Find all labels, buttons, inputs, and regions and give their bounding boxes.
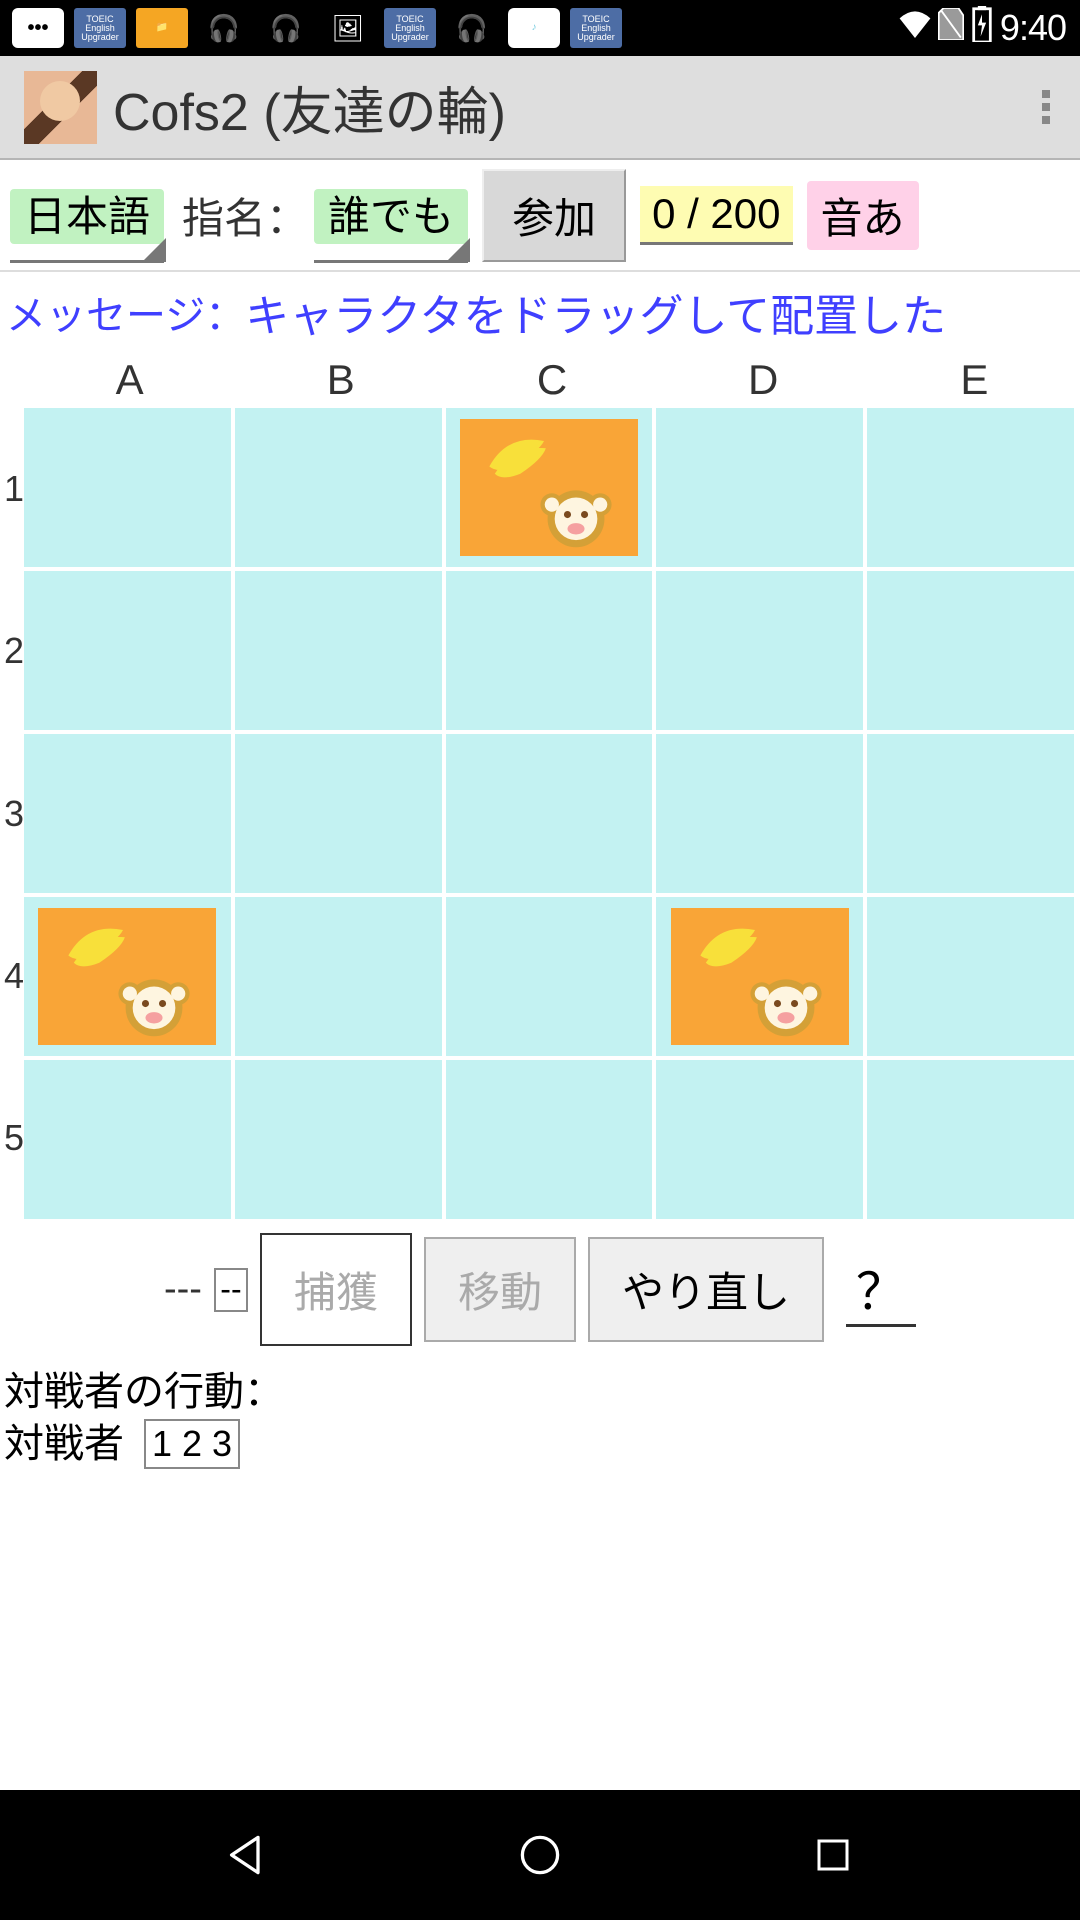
cell-C5[interactable]: [446, 1060, 653, 1219]
cell-A5[interactable]: [24, 1060, 231, 1219]
cell-A3[interactable]: [24, 734, 231, 893]
game-piece-monkey[interactable]: [38, 908, 216, 1045]
home-button[interactable]: [510, 1825, 570, 1885]
row-header: 5: [4, 1057, 24, 1219]
row-header: 2: [4, 570, 24, 732]
music-icon: ♪: [508, 8, 560, 48]
sms-icon: •••: [12, 8, 64, 48]
cell-C2[interactable]: [446, 571, 653, 730]
cell-C1[interactable]: [446, 408, 653, 567]
row-headers: 1 2 3 4 5: [4, 408, 24, 1219]
cell-C4[interactable]: [446, 897, 653, 1056]
battery-charging-icon: [970, 6, 994, 50]
banana-icon: [474, 430, 559, 485]
headphone-icon: 🎧: [198, 8, 250, 48]
row-header: 1: [4, 408, 24, 570]
navigation-bar: [0, 1790, 1080, 1920]
row-header: 3: [4, 732, 24, 894]
cell-A2[interactable]: [24, 571, 231, 730]
status-icons-right: 9:40: [898, 6, 1066, 50]
avatar: [24, 71, 97, 144]
status-bar: ••• TOEICEnglishUpgrader 📁 🎧 🎧 🖼 TOEICEn…: [0, 0, 1080, 56]
message-text: キャラクタをドラッグして配置した: [245, 280, 946, 344]
help-button[interactable]: ？: [846, 1252, 916, 1327]
cell-B3[interactable]: [235, 734, 442, 893]
capture-button[interactable]: 捕獲: [260, 1233, 412, 1346]
col-header: C: [446, 352, 657, 408]
language-value: 日本語: [10, 189, 164, 244]
opponent-label: 対戦者: [4, 1418, 124, 1470]
nominate-dropdown[interactable]: 誰でも: [314, 183, 468, 263]
move-button[interactable]: 移動: [424, 1237, 576, 1342]
bottom-info: 対戦者の行動： 対戦者 1 2 3: [0, 1360, 1080, 1476]
cell-B2[interactable]: [235, 571, 442, 730]
nominate-label: 指名：: [182, 185, 308, 246]
opponent-value: 1 2 3: [144, 1419, 240, 1470]
cell-A4[interactable]: [24, 897, 231, 1056]
status-icons-left: ••• TOEICEnglishUpgrader 📁 🎧 🎧 🖼 TOEICEn…: [12, 8, 622, 48]
banana-icon: [685, 919, 770, 974]
message-row: メッセージ： キャラクタをドラッグして配置した: [0, 272, 1080, 352]
cell-C3[interactable]: [446, 734, 653, 893]
cell-B5[interactable]: [235, 1060, 442, 1219]
toeic-icon: TOEICEnglishUpgrader: [570, 8, 622, 48]
controls-row: 日本語 指名： 誰でも 参加 0 / 200 音あ: [0, 160, 1080, 272]
overflow-menu-icon[interactable]: [1042, 90, 1050, 124]
player-count: 0 / 200: [640, 186, 792, 245]
col-header: E: [869, 352, 1080, 408]
image-icon: 🖼: [322, 8, 374, 48]
redo-button[interactable]: やり直し: [588, 1237, 824, 1342]
banana-icon: [53, 919, 138, 974]
cell-D1[interactable]: [656, 408, 863, 567]
monkey-icon: [738, 968, 834, 1039]
wifi-icon: [898, 10, 932, 46]
language-dropdown[interactable]: 日本語: [10, 183, 164, 263]
recent-button[interactable]: [803, 1825, 863, 1885]
column-headers: A B C D E: [4, 352, 1080, 408]
message-label: メッセージ：: [6, 283, 245, 341]
join-button[interactable]: 参加: [482, 169, 626, 262]
toeic-icon: TOEICEnglishUpgrader: [384, 8, 436, 48]
col-header: D: [658, 352, 869, 408]
cell-D2[interactable]: [656, 571, 863, 730]
cell-E2[interactable]: [867, 571, 1074, 730]
cell-B4[interactable]: [235, 897, 442, 1056]
grid: [24, 408, 1080, 1219]
sound-toggle[interactable]: 音あ: [807, 181, 919, 250]
headphone-icon: 🎧: [260, 8, 312, 48]
back-button[interactable]: [217, 1825, 277, 1885]
cell-E5[interactable]: [867, 1060, 1074, 1219]
cell-D4[interactable]: [656, 897, 863, 1056]
nominate-value: 誰でも: [314, 189, 468, 244]
coord-box: --: [214, 1268, 248, 1312]
no-sim-icon: [938, 8, 964, 48]
monkey-icon: [528, 479, 624, 550]
row-header: 4: [4, 895, 24, 1057]
folder-icon: 📁: [136, 8, 188, 48]
cell-E3[interactable]: [867, 734, 1074, 893]
app-header: Cofs2 (友達の輪): [0, 56, 1080, 160]
app-title: Cofs2 (友達の輪): [113, 70, 506, 145]
opponent-action-label: 対戦者の行動：: [4, 1366, 1076, 1418]
col-header: B: [235, 352, 446, 408]
monkey-icon: [106, 968, 202, 1039]
headphone-icon: 🎧: [446, 8, 498, 48]
action-row: --- -- 捕獲 移動 やり直し ？: [0, 1219, 1080, 1360]
game-piece-monkey[interactable]: [671, 908, 849, 1045]
board: A B C D E 1 2 3 4 5: [0, 352, 1080, 1219]
clock: 9:40: [1000, 7, 1066, 49]
cell-D5[interactable]: [656, 1060, 863, 1219]
cell-D3[interactable]: [656, 734, 863, 893]
toeic-icon: TOEICEnglishUpgrader: [74, 8, 126, 48]
col-header: A: [24, 352, 235, 408]
cell-E1[interactable]: [867, 408, 1074, 567]
cell-E4[interactable]: [867, 897, 1074, 1056]
cell-B1[interactable]: [235, 408, 442, 567]
cell-A1[interactable]: [24, 408, 231, 567]
game-piece-monkey[interactable]: [460, 419, 638, 556]
coord-display: ---: [164, 1268, 202, 1311]
